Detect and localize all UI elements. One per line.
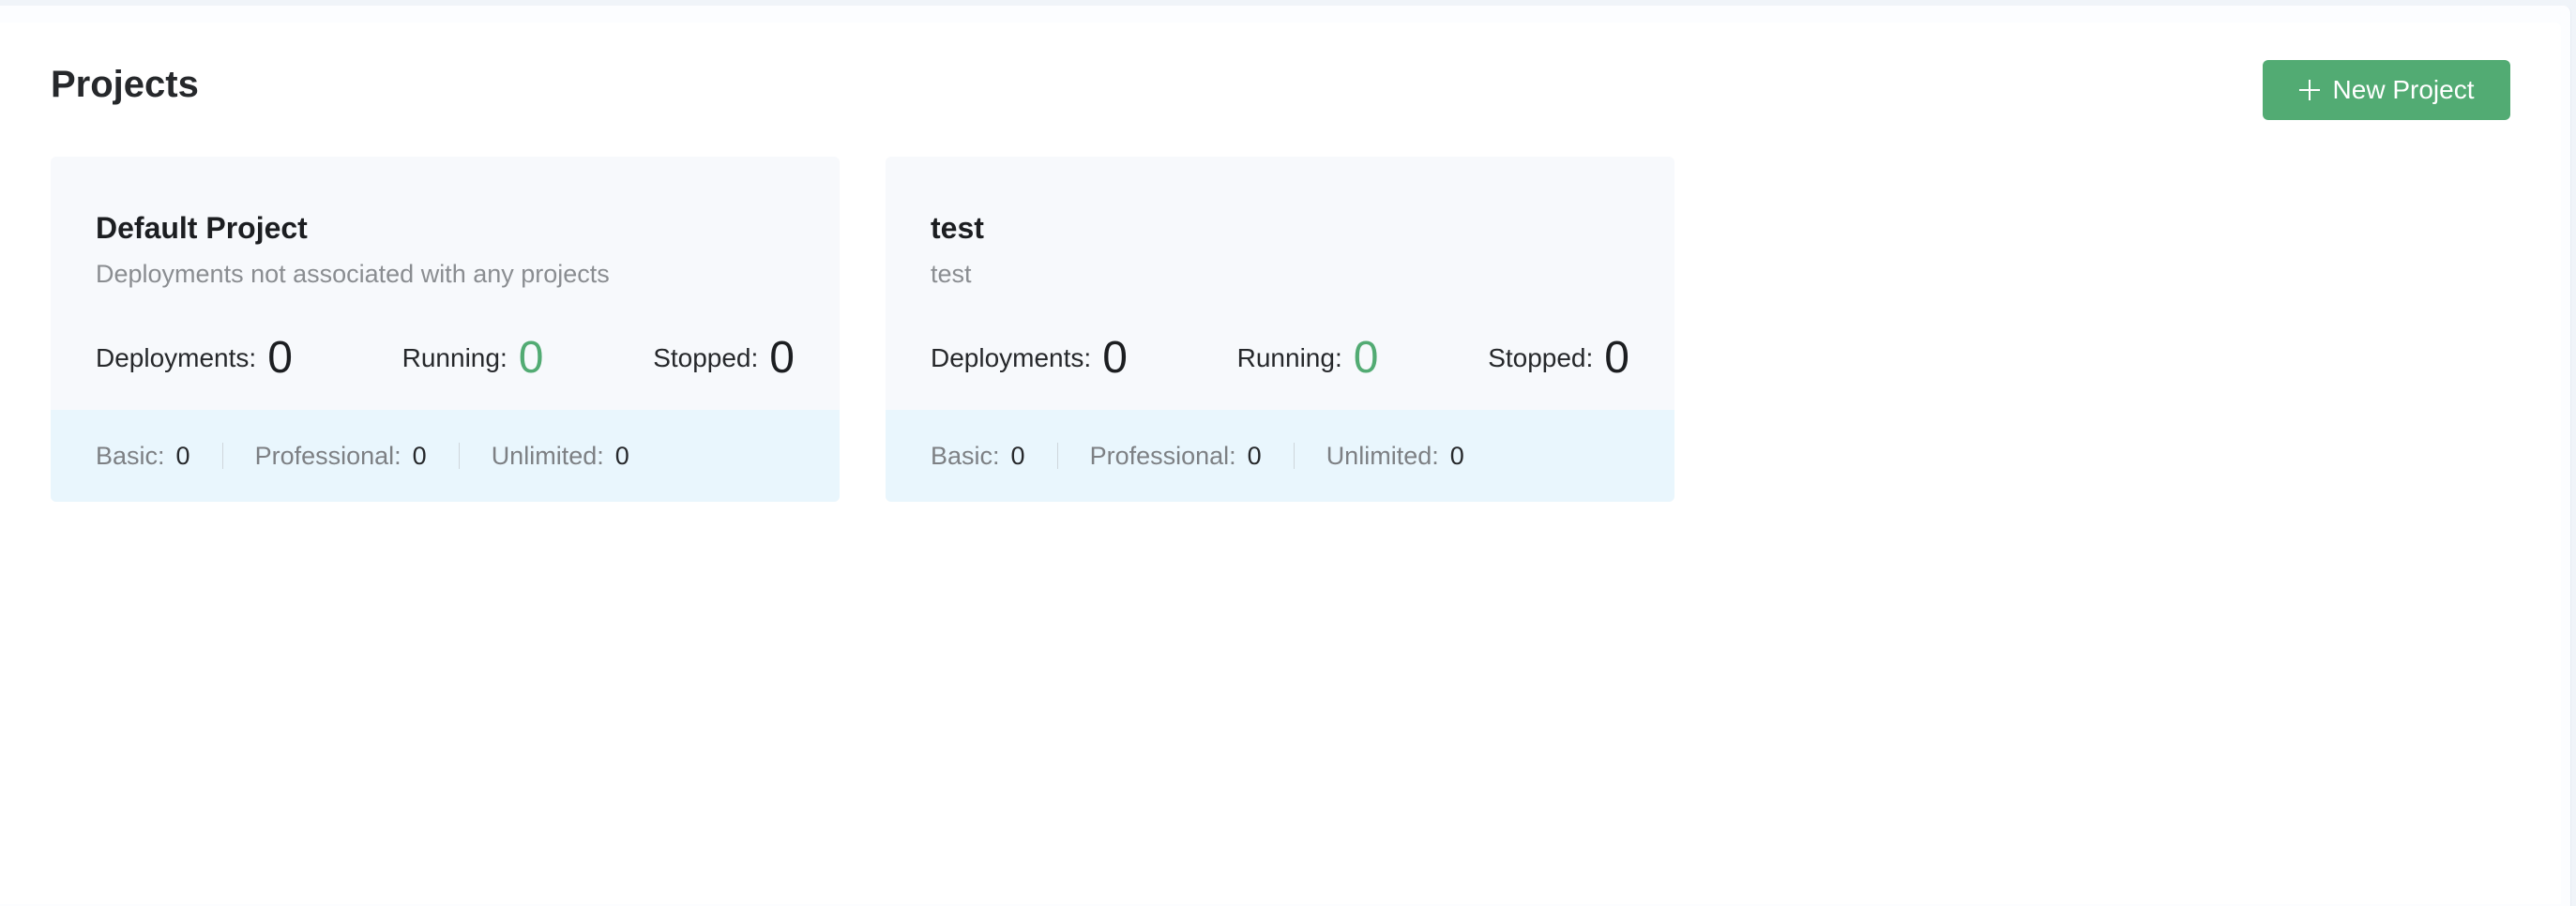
stopped-count: 0	[769, 333, 795, 383]
stopped-label: Stopped:	[1488, 343, 1594, 372]
unlimited-tier: Unlimited: 0	[492, 442, 629, 471]
deployments-stat: Deployments: 0	[96, 336, 293, 381]
unlimited-count: 0	[614, 441, 629, 470]
project-card[interactable]: Default Project Deployments not associat…	[51, 157, 840, 502]
tier-summary: Basic: 0 Professional: 0 Unlimited: 0	[886, 410, 1674, 502]
page-frame: Projects New Project Default Project Dep…	[0, 6, 2571, 906]
running-stat: Running: 0	[402, 336, 544, 381]
stopped-count: 0	[1604, 333, 1629, 383]
running-count: 0	[1353, 333, 1379, 383]
basic-count: 0	[1010, 441, 1025, 470]
deployments-label: Deployments:	[931, 343, 1092, 372]
professional-label: Professional:	[254, 441, 402, 470]
divider	[458, 443, 460, 469]
running-label: Running:	[402, 343, 508, 372]
project-card[interactable]: test test Deployments: 0 Running: 0 Stop…	[886, 157, 1674, 502]
professional-tier: Professional: 0	[1090, 442, 1262, 471]
basic-tier: Basic: 0	[96, 442, 190, 471]
professional-count: 0	[412, 441, 427, 470]
running-label: Running:	[1236, 343, 1342, 372]
project-name: Default Project	[96, 211, 308, 245]
divider	[1056, 443, 1058, 469]
plus-icon	[2298, 80, 2320, 100]
basic-count: 0	[175, 441, 190, 470]
project-description: test	[931, 260, 972, 288]
deployments-count: 0	[1102, 333, 1128, 383]
unlimited-tier: Unlimited: 0	[1326, 442, 1464, 471]
unlimited-label: Unlimited:	[491, 441, 604, 470]
project-stats: Deployments: 0 Running: 0 Stopped: 0	[931, 335, 1629, 382]
basic-label: Basic:	[96, 441, 165, 470]
professional-tier: Professional: 0	[255, 442, 427, 471]
deployments-stat: Deployments: 0	[931, 336, 1128, 381]
tier-summary: Basic: 0 Professional: 0 Unlimited: 0	[51, 410, 840, 502]
project-stats: Deployments: 0 Running: 0 Stopped: 0	[96, 335, 795, 382]
new-project-button[interactable]: New Project	[2263, 60, 2510, 120]
page-title: Projects	[51, 64, 199, 105]
divider	[1293, 443, 1295, 469]
stopped-stat: Stopped: 0	[653, 336, 795, 381]
professional-label: Professional:	[1089, 441, 1236, 470]
projects-panel: Projects New Project Default Project Dep…	[0, 23, 2561, 904]
running-stat: Running: 0	[1237, 336, 1379, 381]
stopped-label: Stopped:	[653, 343, 759, 372]
new-project-label: New Project	[2332, 75, 2475, 104]
project-name: test	[931, 211, 984, 245]
basic-label: Basic:	[931, 441, 1000, 470]
professional-count: 0	[1247, 441, 1262, 470]
deployments-label: Deployments:	[96, 343, 257, 372]
unlimited-count: 0	[1449, 441, 1464, 470]
stopped-stat: Stopped: 0	[1488, 336, 1629, 381]
basic-tier: Basic: 0	[931, 442, 1025, 471]
project-description: Deployments not associated with any proj…	[96, 260, 610, 288]
divider	[221, 443, 223, 469]
unlimited-label: Unlimited:	[1326, 441, 1439, 470]
running-count: 0	[518, 333, 544, 383]
deployments-count: 0	[267, 333, 293, 383]
